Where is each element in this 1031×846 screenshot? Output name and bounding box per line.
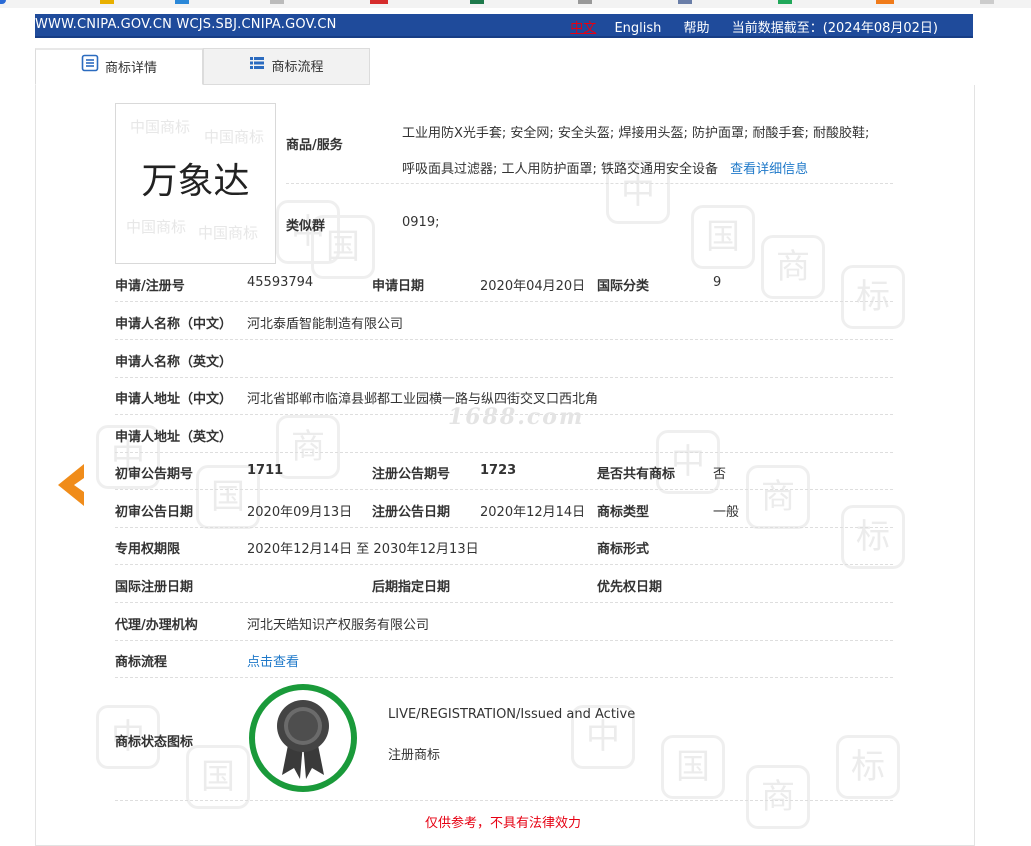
divider — [115, 452, 893, 453]
exclusive-period-value: 2020年12月14日 至 2030年12月13日 — [247, 542, 479, 557]
bookmark-icon[interactable] — [778, 0, 792, 4]
trademark-name: 万象达 — [141, 161, 250, 202]
status-icon-label: 商标状态图标 — [115, 735, 194, 750]
tm-form-label: 商标形式 — [597, 542, 650, 557]
divider — [115, 527, 893, 528]
reg-date-label: 注册公告日期 — [372, 505, 451, 520]
browser-bookmark-strip — [0, 0, 1031, 8]
divider — [115, 564, 893, 565]
logo-watermark: 中国商标 — [130, 118, 191, 136]
address-cn-label: 申请人地址（中文） — [115, 392, 233, 407]
view-details-link[interactable]: 查看详细信息 — [730, 162, 808, 177]
status-en-text: LIVE/REGISTRATION/Issued and Active — [388, 707, 636, 722]
divider — [115, 677, 893, 678]
similar-group-label: 类似群 — [286, 219, 326, 234]
shared-label: 是否共有商标 — [597, 467, 676, 482]
tab-trademark-detail[interactable]: 商标详情 — [35, 48, 203, 85]
app-date-label: 申请日期 — [372, 279, 425, 294]
ribbon-badge-icon — [248, 683, 358, 793]
applicant-cn-value: 河北泰盾智能制造有限公司 — [247, 317, 404, 332]
header-links: 中文 English 帮助 当前数据截至：(2024年08月02日) — [556, 17, 938, 36]
divider — [115, 377, 893, 378]
divider — [115, 339, 893, 340]
reg-no-label: 申请/注册号 — [115, 279, 185, 294]
divider — [115, 640, 893, 641]
prelim-date-value: 2020年09月13日 — [247, 505, 353, 520]
intl-class-label: 国际分类 — [597, 279, 650, 294]
site-domains: WWW.CNIPA.GOV.CN WCJS.SBJ.CNIPA.GOV.CN — [35, 17, 337, 32]
applicant-cn-label: 申请人名称（中文） — [115, 317, 233, 332]
divider — [286, 183, 893, 184]
trademark-logo-image: 中国商标 中国商标 中国商标 中国商标 万象达 — [115, 103, 276, 264]
divider — [115, 602, 893, 603]
tab-trademark-flow[interactable]: 商标流程 — [203, 48, 370, 85]
applicant-en-label: 申请人名称（英文） — [115, 355, 233, 370]
disclaimer-text: 仅供参考，不具有法律效力 — [425, 816, 582, 831]
later-designation-label: 后期指定日期 — [372, 580, 451, 595]
site-header: WWW.CNIPA.GOV.CN WCJS.SBJ.CNIPA.GOV.CN 中… — [35, 14, 973, 38]
logo-watermark: 中国商标 — [204, 128, 265, 146]
bookmark-icon[interactable] — [678, 0, 692, 4]
reg-issue-label: 注册公告期号 — [372, 467, 451, 482]
list-icon — [249, 49, 265, 86]
bookmark-icon[interactable] — [578, 0, 592, 4]
prelim-issue-value: 1711 — [247, 463, 284, 478]
bookmark-icon[interactable] — [0, 0, 6, 4]
exclusive-period-label: 专用权期限 — [115, 542, 181, 557]
divider — [115, 489, 893, 490]
tab-label: 商标详情 — [104, 61, 157, 76]
agent-label: 代理/办理机构 — [115, 618, 198, 633]
goods-services-label: 商品/服务 — [286, 138, 343, 153]
intl-class-value: 9 — [713, 275, 722, 290]
tab-bar: 商标详情 商标流程 — [35, 48, 973, 86]
bookmark-icon[interactable] — [370, 0, 388, 4]
divider — [115, 301, 893, 302]
logo-watermark: 中国商标 — [126, 218, 187, 236]
goods-services-value: 工业用防X光手套; 安全网; 安全头盔; 焊接用头盔; 防护面罩; 耐酸手套; … — [402, 116, 886, 188]
address-en-label: 申请人地址（英文） — [115, 430, 233, 445]
bookmark-icon[interactable] — [270, 0, 284, 4]
reg-issue-value: 1723 — [480, 463, 517, 478]
shared-value: 否 — [713, 467, 727, 482]
prev-record-button[interactable] — [54, 462, 86, 508]
site-watermark: 1688.com — [448, 404, 585, 430]
bookmark-icon[interactable] — [470, 0, 484, 4]
tab-label: 商标流程 — [271, 60, 324, 75]
help-link[interactable]: 帮助 — [684, 21, 710, 36]
agent-value: 河北天皓知识产权服务有限公司 — [247, 618, 430, 633]
priority-date-label: 优先权日期 — [597, 580, 663, 595]
logo-watermark: 中国商标 — [198, 224, 259, 242]
flow-label: 商标流程 — [115, 655, 168, 670]
lang-chinese-link[interactable]: 中文 — [570, 21, 596, 36]
prelim-date-label: 初审公告日期 — [115, 505, 194, 520]
tm-type-value: 一般 — [713, 505, 740, 520]
bookmark-icon[interactable] — [100, 0, 114, 4]
divider — [115, 800, 893, 801]
left-arrow-icon — [58, 464, 84, 506]
similar-group-value: 0919; — [402, 215, 440, 230]
bookmark-icon[interactable] — [175, 0, 189, 4]
document-icon — [81, 50, 99, 87]
status-cn-text: 注册商标 — [388, 748, 441, 763]
tm-type-label: 商标类型 — [597, 505, 650, 520]
bookmark-icon[interactable] — [876, 0, 894, 4]
prelim-issue-label: 初审公告期号 — [115, 467, 194, 482]
intl-reg-date-label: 国际注册日期 — [115, 580, 194, 595]
reg-date-value: 2020年12月14日 — [480, 505, 586, 520]
data-date-text: 当前数据截至：(2024年08月02日) — [731, 21, 938, 36]
reg-no-value: 45593794 — [247, 275, 314, 290]
app-date-value: 2020年04月20日 — [480, 279, 586, 294]
bookmark-icon[interactable] — [980, 0, 994, 4]
lang-english-link[interactable]: English — [614, 21, 661, 36]
view-flow-link[interactable]: 点击查看 — [247, 651, 299, 670]
